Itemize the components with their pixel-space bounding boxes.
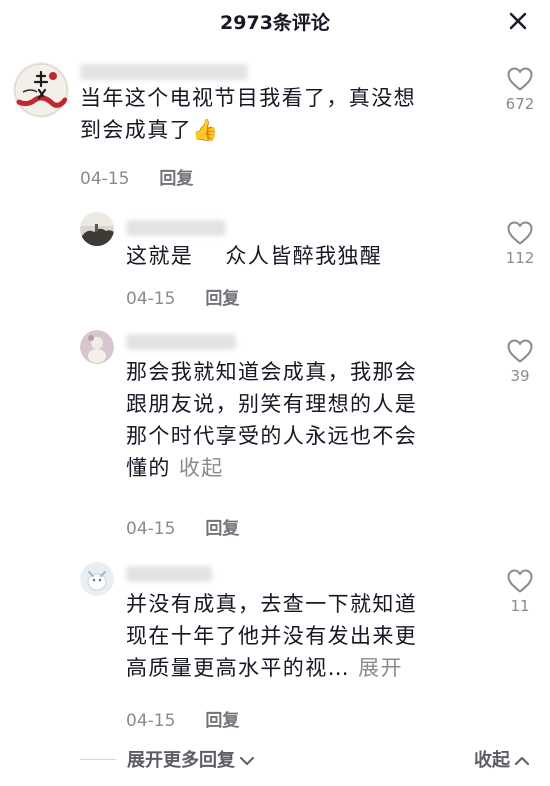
comment-text: 当年这个电视节目我看了，真没想 到会成真了👍 [80,86,416,142]
like-button[interactable]: 672 [500,66,540,113]
like-button[interactable]: 112 [500,220,540,267]
collapse-replies-button[interactable]: 收起 [474,746,530,772]
like-button[interactable]: 39 [500,338,540,385]
heart-outline-icon[interactable] [506,338,534,364]
avatar[interactable] [80,562,114,596]
collapse-replies-label: 收起 [474,750,510,771]
username-blurred[interactable] [80,64,248,80]
heart-outline-icon[interactable] [506,568,534,594]
reply-button[interactable]: 回复 [205,711,239,731]
avatar[interactable] [80,330,114,364]
comment-date: 04-15 [126,711,176,731]
expand-more-replies-button[interactable]: 展开更多回复 [127,746,255,772]
chevron-up-icon [515,757,529,765]
like-count: 11 [510,597,530,615]
reply-item: 并没有成真，去查一下就知道 现在十年了他并没有发出来更 高质量更高水平的视… 展… [0,562,550,734]
comment-date: 04-15 [126,289,176,309]
comment-date: 04-15 [126,519,176,539]
like-count: 672 [505,95,535,113]
username-blurred[interactable] [126,334,236,350]
reply-item: 那会我就知道会成真，我那会 跟朋友说，别笑有理想的人是 那个时代享受的人永远也不… [0,330,550,540]
comment-meta: 04-15 回复 [80,164,193,189]
reply-item: 这就是 众人皆醉我独醒 04-15 回复 112 [0,212,550,312]
like-count: 112 [505,249,535,267]
avatar[interactable] [13,62,69,118]
like-button[interactable]: 11 [500,568,540,615]
username-blurred[interactable] [126,566,212,582]
divider-line [80,759,116,760]
reply-button[interactable]: 回复 [205,519,239,539]
comment-text: 并没有成真，去查一下就知道 现在十年了他并没有发出来更 高质量更高水平的视… 展… [126,588,486,684]
comment-meta: 04-15 回复 [126,706,239,731]
collapse-text-link[interactable]: 收起 [179,456,224,480]
comment-text: 那会我就知道会成真，我那会 跟朋友说，别笑有理想的人是 那个时代享受的人永远也不… [126,356,486,484]
like-count: 39 [510,367,530,385]
expand-more-replies-label: 展开更多回复 [127,750,235,771]
heart-outline-icon[interactable] [506,66,534,92]
heart-outline-icon[interactable] [506,220,534,246]
close-icon[interactable] [506,9,530,33]
reply-button[interactable]: 回复 [159,169,193,189]
chevron-down-icon [240,757,254,765]
replies-footer: 展开更多回复 收起 [0,742,550,778]
avatar[interactable] [80,212,114,246]
comment-meta: 04-15 回复 [126,514,239,539]
comments-header: 2973条评论 [0,0,550,46]
expand-text-link[interactable]: 展开 [358,656,403,680]
username-blurred[interactable] [126,220,226,236]
comment-meta: 04-15 回复 [126,284,239,309]
comment-text: 这就是 众人皆醉我独醒 [126,244,383,268]
comment-date: 04-15 [80,169,130,189]
reply-button[interactable]: 回复 [205,289,239,309]
comment-body: 那会我就知道会成真，我那会 跟朋友说，别笑有理想的人是 那个时代享受的人永远也不… [126,360,418,480]
comment-item: 当年这个电视节目我看了，真没想 到会成真了👍 04-15 回复 672 [0,62,550,192]
comment-count-title: 2973条评论 [220,12,330,34]
